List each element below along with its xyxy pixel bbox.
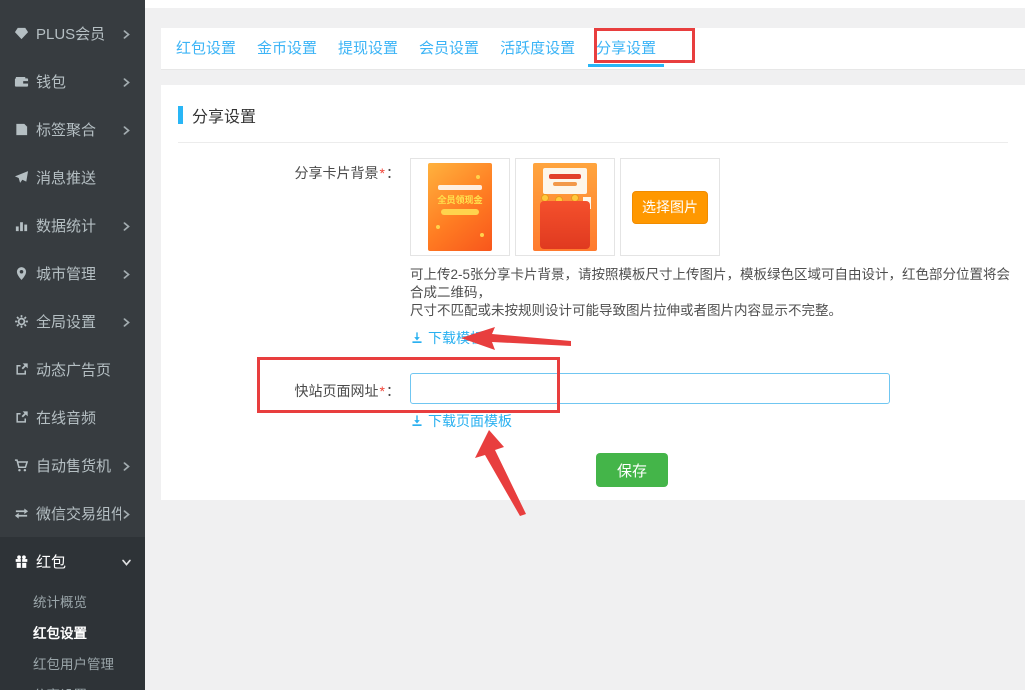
required-asterisk: * [380,383,385,399]
share-card-thumbnails: 全员领现金 选择图片 [410,158,725,256]
sidebar-item-dynamic-ad-page[interactable]: 动态广告页 [0,345,145,393]
tab-member-settings[interactable]: 会员设置 [419,28,479,70]
sidebar-item-wechat-trade-component[interactable]: 微信交易组件 [0,489,145,537]
share-card-image-1: 全员领现金 [428,163,492,251]
external-link-icon [13,409,29,425]
sidebar-item-vending-machine[interactable]: 自动售货机 [0,441,145,489]
chevron-right-icon [121,315,133,327]
choose-image-cell: 选择图片 [620,158,720,256]
required-asterisk: * [380,165,385,181]
header-strip [145,0,1025,8]
chevron-right-icon [121,75,133,87]
section-accent-bar [178,106,183,124]
site-url-label: 快站页面网址*： [161,381,400,401]
divider [178,142,1008,143]
upload-help-text: 可上传2-5张分享卡片背景，请按照模板尺寸上传图片，模板绿色区域可自由设计，红色… [410,266,1016,320]
note-icon [13,121,29,137]
sidebar-item-city-management[interactable]: 城市管理 [0,249,145,297]
exchange-icon [13,505,29,521]
tab-red-packet-settings[interactable]: 红包设置 [176,28,236,70]
chevron-right-icon [121,459,133,471]
chevron-right-icon [121,267,133,279]
chevron-right-icon [121,123,133,135]
download-template-link[interactable]: 下载模板 [410,328,484,348]
site-url-input[interactable] [410,373,890,404]
sidebar-item-red-packet[interactable]: 红包 [0,537,145,585]
wallet-icon [13,73,29,89]
chevron-right-icon [121,219,133,231]
sidebar: PLUS会员 钱包 标签聚合 消息推送 数据统计 [0,0,145,690]
tab-withdraw-settings[interactable]: 提现设置 [338,28,398,70]
sidebar-item-message-push[interactable]: 消息推送 [0,153,145,201]
thumbnail-1[interactable]: 全员领现金 [410,158,510,256]
sidebar-item-global-settings[interactable]: 全局设置 [0,297,145,345]
section-title: 分享设置 [192,103,256,127]
sidebar-subitem-stats-overview[interactable]: 统计概览 [0,585,145,616]
sidebar-subitem-red-packet-settings[interactable]: 红包设置 [0,616,145,647]
chevron-right-icon [121,27,133,39]
tab-activity-settings[interactable]: 活跃度设置 [500,28,575,70]
download-icon [410,331,424,345]
share-settings-panel: 分享设置 分享卡片背景*： 全员领现金 [161,85,1025,500]
sidebar-subitem-red-packet-user-management[interactable]: 红包用户管理 [0,647,145,678]
sidebar-subitem-share-settings[interactable]: 分享设置 [0,678,145,690]
sidebar-item-tag-aggregation[interactable]: 标签聚合 [0,105,145,153]
save-button[interactable]: 保存 [596,453,668,487]
map-pin-icon [13,265,29,281]
gem-icon [13,25,29,41]
settings-tab-bar: 红包设置 金币设置 提现设置 会员设置 活跃度设置 分享设置 [161,28,1025,70]
chevron-down-icon [121,555,133,567]
tab-gold-coin-settings[interactable]: 金币设置 [257,28,317,70]
bar-chart-icon [13,217,29,233]
share-card-bg-label: 分享卡片背景*： [161,163,400,183]
gear-icon [13,313,29,329]
chevron-right-icon [121,507,133,519]
sidebar-item-data-statistics[interactable]: 数据统计 [0,201,145,249]
share-card-image-2 [533,163,597,251]
sidebar-item-plus-member[interactable]: PLUS会员 [0,9,145,57]
gift-icon [13,553,29,569]
admin-page: PLUS会员 钱包 标签聚合 消息推送 数据统计 [0,0,1025,690]
download-icon [410,414,424,428]
sidebar-item-online-audio[interactable]: 在线音频 [0,393,145,441]
thumbnail-2[interactable] [515,158,615,256]
download-page-template-link[interactable]: 下载页面模板 [410,411,512,431]
external-link-icon [13,361,29,377]
tab-share-settings[interactable]: 分享设置 [596,28,656,70]
choose-image-button[interactable]: 选择图片 [632,191,708,224]
sidebar-section-red-packet: 红包 统计概览 红包设置 红包用户管理 分享设置 [0,537,145,690]
send-icon [13,169,29,185]
cart-icon [13,457,29,473]
sidebar-item-wallet[interactable]: 钱包 [0,57,145,105]
